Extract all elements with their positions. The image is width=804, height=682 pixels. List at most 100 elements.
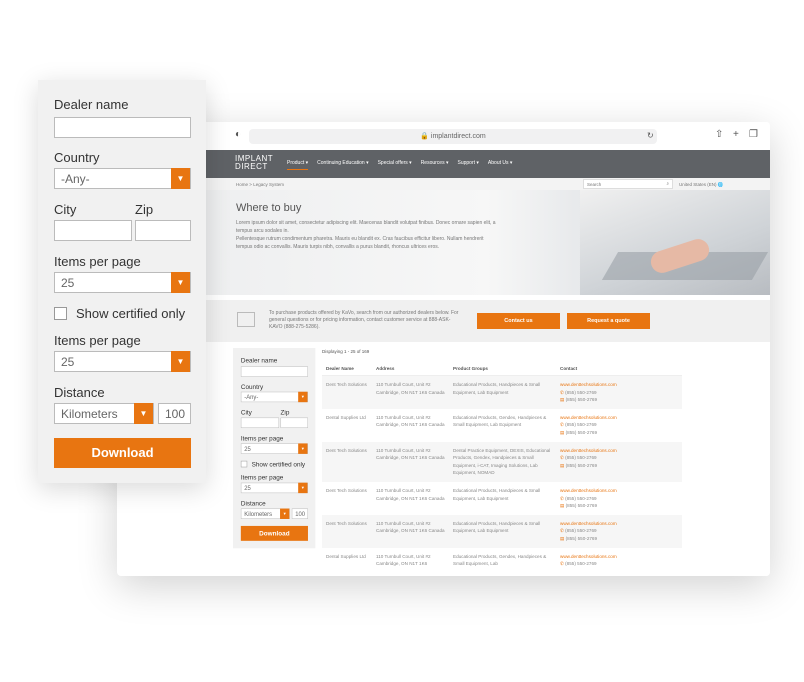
dealer-name: Dental Supplies Ltd <box>326 554 366 560</box>
dealer-website-link[interactable]: www.denttechsolutions.com <box>560 520 678 527</box>
dealer-phone[interactable]: (855) 550-2769 <box>565 422 596 427</box>
shield-icon[interactable]: ◐ <box>235 129 241 140</box>
share-icon[interactable]: ⇧ <box>715 129 723 140</box>
table-row: Dent Tech Solutions 110 Turnbull Court, … <box>322 515 682 549</box>
logo[interactable]: IMPLANT DIRECT <box>235 155 273 171</box>
nav-support[interactable]: Support ▾ <box>458 160 479 170</box>
distance-unit-select[interactable]: Kilometers ▼ <box>240 508 290 519</box>
dealer-contact: www.denttechsolutions.com ✆ (855) 550-27… <box>556 442 682 483</box>
dealer-address: 110 Turnbull Court, Unit #2 Cambridge, O… <box>376 415 445 428</box>
filter-panel: Dealer name Country -Any- ▼ City Zip Item… <box>233 348 316 549</box>
chevron-down-icon[interactable]: ▼ <box>134 403 153 424</box>
fax-icon: ▤ <box>560 396 565 402</box>
dealer-phone[interactable]: (855) 550-2769 <box>565 496 596 501</box>
dealer-name: Dent Tech Solutions <box>326 488 367 494</box>
distance-input[interactable]: 100 <box>158 403 191 424</box>
dealer-website-link[interactable]: www.denttechsolutions.com <box>560 553 678 560</box>
distance-input[interactable]: 100 <box>291 508 308 519</box>
dealer-website-link[interactable]: www.denttechsolutions.com <box>560 447 678 454</box>
chevron-down-icon[interactable]: ▼ <box>280 508 290 519</box>
dealer-name: Dental Supplies Ltd <box>326 415 366 421</box>
certified-checkbox[interactable] <box>240 460 248 468</box>
tabs-icon[interactable]: ❐ <box>749 129 758 140</box>
items-per-page-select[interactable]: 25 ▼ <box>240 443 308 454</box>
dealer-phone[interactable]: (855) 550-2769 <box>565 455 596 460</box>
dealer-fax: (855) 550-2769 <box>565 535 598 541</box>
items-per-page-select-2[interactable]: 25 ▼ <box>54 351 191 372</box>
dealer-name: Dent Tech Solutions <box>322 515 372 549</box>
country-select[interactable]: -Any- ▼ <box>240 391 308 403</box>
nav-product[interactable]: Product ▾ <box>287 160 309 170</box>
dealer-contact: www.denttechsolutions.com ✆ (855) 550-27… <box>556 482 682 515</box>
items-per-page-select[interactable]: 25 ▼ <box>54 272 191 293</box>
new-tab-icon[interactable]: + <box>733 129 739 140</box>
city-input[interactable] <box>54 220 132 241</box>
nav-about-us[interactable]: About Us ▾ <box>488 160 512 170</box>
dealer-contact: www.denttechsolutions.com ✆ (855) 550-27… <box>556 375 682 410</box>
distance-unit-select[interactable]: Kilometers ▼ <box>54 403 154 424</box>
chevron-down-icon[interactable]: ▼ <box>298 391 308 403</box>
contact-us-button[interactable]: Contact us <box>477 313 560 329</box>
download-button[interactable]: Download <box>240 525 308 541</box>
city-label: City <box>54 202 77 217</box>
address-bar[interactable]: 🔒 implantdirect.com <box>249 129 657 144</box>
search-icon[interactable]: ⌕ <box>666 181 669 186</box>
city-input[interactable] <box>240 417 280 429</box>
chevron-down-icon[interactable]: ▼ <box>298 443 308 454</box>
breadcrumb-home[interactable]: Home <box>236 182 248 187</box>
fax-icon: ▤ <box>560 429 565 435</box>
dealer-address: 110 Turnbull Court, Unit #2 Cambridge, O… <box>372 515 449 549</box>
dealer-name-input[interactable] <box>54 117 191 138</box>
breadcrumb: Home > Legacy System <box>236 182 284 187</box>
dealer-fax: (855) 550-2769 <box>565 502 598 508</box>
fax-icon: ▤ <box>560 535 565 541</box>
phone-icon: ✆ <box>560 455 564 461</box>
city-label: City <box>240 408 252 417</box>
dealer-product-groups: Dental Practice Equipment, DEXIS, Educat… <box>449 442 556 483</box>
hero: Where to buy Lorem ipsum dolor sit amet,… <box>205 190 770 295</box>
items-per-page-select-2[interactable]: 25 ▼ <box>240 482 308 494</box>
zip-input[interactable] <box>135 220 191 241</box>
chevron-down-icon[interactable]: ▼ <box>171 351 190 372</box>
country-select[interactable]: -Any- ▼ <box>54 168 191 189</box>
download-button[interactable]: Download <box>54 438 191 468</box>
dealer-website-link[interactable]: www.denttechsolutions.com <box>560 414 678 421</box>
chevron-down-icon[interactable]: ▼ <box>171 168 190 189</box>
phone-icon: ✆ <box>560 495 564 501</box>
dealer-name: Dent Tech Solutions <box>322 442 372 483</box>
dealer-product-groups: Educational Products, Handpieces & Small… <box>449 375 556 410</box>
hero-text: Lorem ipsum dolor sit amet, consectetur … <box>236 220 496 250</box>
chevron-down-icon[interactable]: ▼ <box>298 482 308 494</box>
table-row: Dent Tech Solutions 110 Turnbull Court, … <box>322 375 682 410</box>
dealer-name-label: Dealer name <box>240 356 278 364</box>
dealer-phone[interactable]: (855) 550-2769 <box>565 528 596 533</box>
zip-input[interactable] <box>280 417 308 429</box>
region-selector[interactable]: United States (EN) 🌐 <box>679 182 723 188</box>
fax-icon: ▤ <box>560 502 565 508</box>
dealer-name-input[interactable] <box>240 366 308 377</box>
dealer-website-link[interactable]: www.denttechsolutions.com <box>560 381 678 388</box>
request-quote-button[interactable]: Request a quote <box>567 313 650 329</box>
search-input[interactable]: Search ⌕ <box>583 179 673 189</box>
url-text: implantdirect.com <box>430 133 486 140</box>
reload-icon[interactable]: ↻ <box>647 131 654 140</box>
page-title: Where to buy <box>236 202 302 214</box>
nav-special-offers[interactable]: Special offers ▾ <box>378 160 412 170</box>
table-row: Dent Tech Solutions 110 Turnbull Court, … <box>322 482 682 515</box>
dealer-fax: (855) 550-2769 <box>565 396 598 402</box>
dealer-product-groups: Educational Products, Handpieces & Small… <box>453 488 541 501</box>
dealer-phone[interactable]: (855) 550-2769 <box>565 561 596 566</box>
chevron-down-icon[interactable]: ▼ <box>171 272 190 293</box>
nav-continuing-education[interactable]: Continuing Education ▾ <box>317 160 368 170</box>
breadcrumb-current: Legacy System <box>253 182 284 187</box>
dealer-product-groups: Educational Products, Gendex, Handpieces… <box>453 554 547 567</box>
zip-label: Zip <box>135 202 154 217</box>
certified-checkbox[interactable] <box>54 307 67 320</box>
table-row: Dental Supplies Ltd 110 Turnbull Court, … <box>322 409 682 442</box>
filter-panel-zoomed: Dealer name Country -Any- ▼ City Zip Item… <box>38 80 206 483</box>
items-per-page-label-2: Items per page <box>240 473 284 482</box>
dealer-address: 110 Turnbull Court, Unit #2 Cambridge, O… <box>372 442 449 483</box>
nav-resources[interactable]: Resources ▾ <box>421 160 449 170</box>
dealer-phone[interactable]: (855) 550-2769 <box>565 390 596 395</box>
dealer-website-link[interactable]: www.denttechsolutions.com <box>560 487 678 494</box>
